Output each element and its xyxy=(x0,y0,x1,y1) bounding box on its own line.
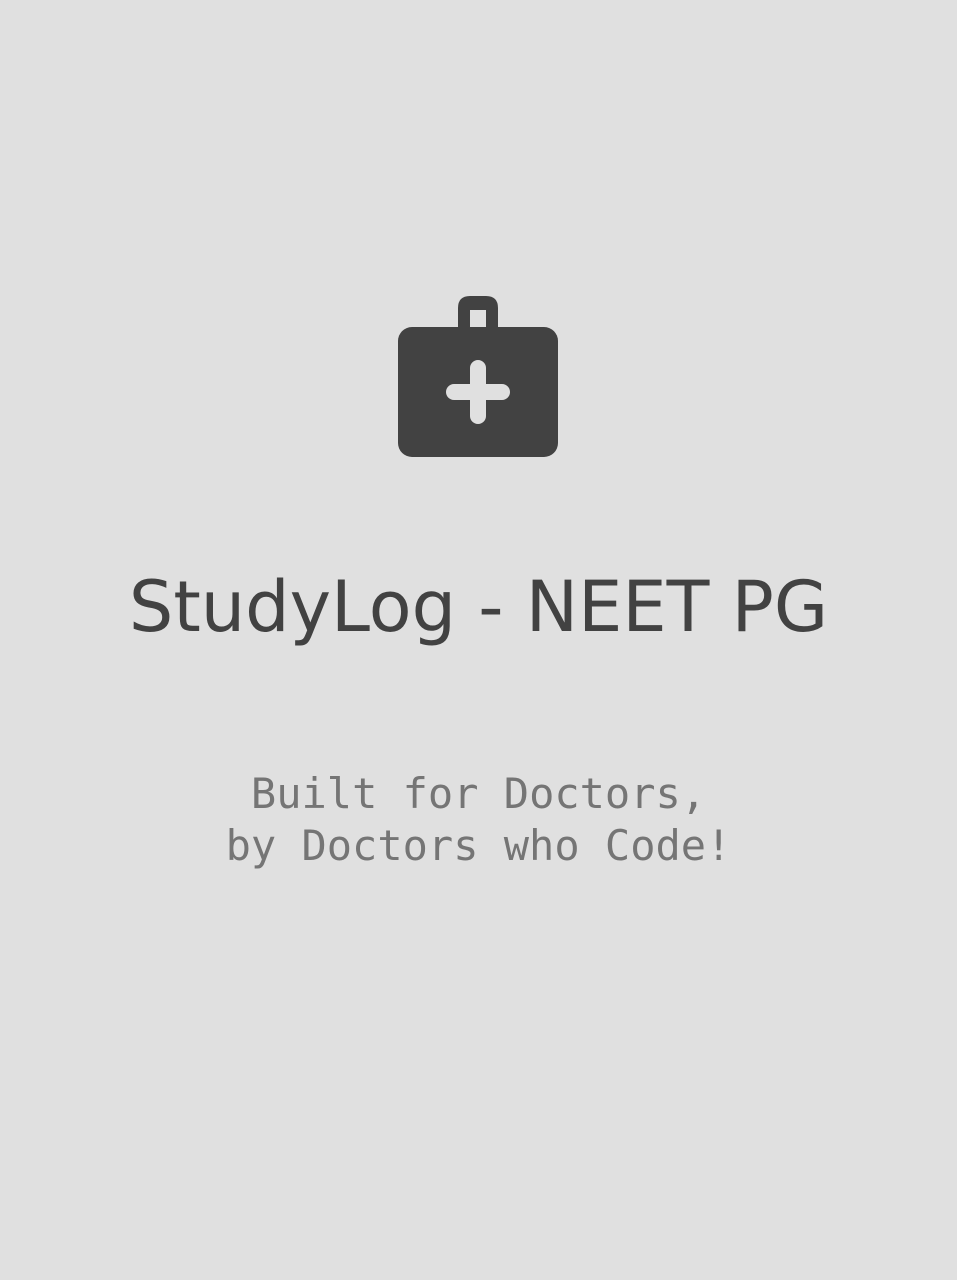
app-title: StudyLog - NEET PG xyxy=(128,566,829,648)
splash-screen: StudyLog - NEET PG Built for Doctors, by… xyxy=(0,0,957,1280)
tagline-line-2: by Doctors who Code! xyxy=(225,821,732,870)
medical-bag-icon xyxy=(396,294,560,458)
tagline-line-1: Built for Doctors, xyxy=(250,769,707,818)
tagline: Built for Doctors, by Doctors who Code! xyxy=(0,768,957,872)
